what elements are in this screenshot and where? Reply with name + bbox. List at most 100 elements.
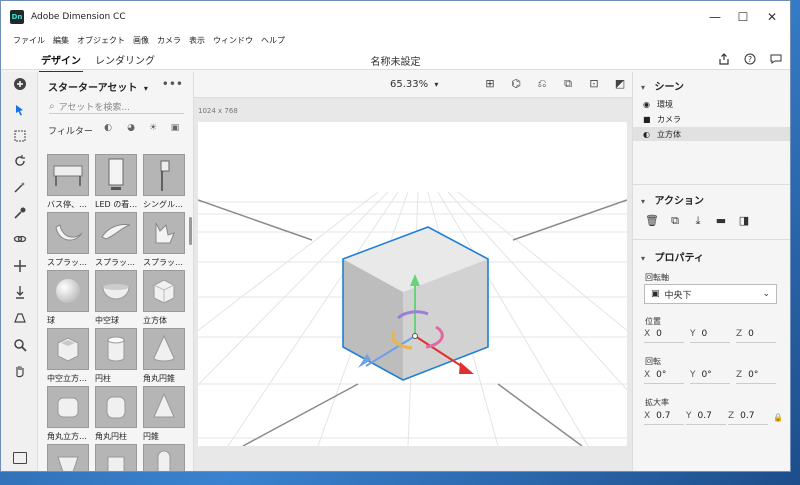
position-x-field[interactable]: X0 <box>644 329 684 343</box>
duplicate-icon[interactable]: ⧉ <box>668 214 682 228</box>
rotation-x-field[interactable]: X 0° <box>644 370 684 384</box>
asset-tile[interactable]: 球 <box>47 270 91 326</box>
actions-header[interactable]: ▾ アクション <box>641 192 704 207</box>
canvas-3d[interactable] <box>198 122 627 446</box>
asset-label: 立方体 <box>143 316 167 325</box>
viewport-toolbar: 65.33% ▾ ⊞ ⌬ ⎌ ⧉ ⊡ ◩ <box>194 72 632 98</box>
filter-material-icon[interactable]: ◕ <box>125 123 137 135</box>
hand-tool-icon[interactable] <box>10 361 30 381</box>
minimize-button[interactable]: — <box>700 1 730 32</box>
camera-undo-icon[interactable]: ⎌ <box>534 77 550 93</box>
rounded-cone-icon <box>143 328 185 370</box>
scale-y-field[interactable]: Y 0.7 <box>686 411 726 425</box>
scene-item-label: カメラ <box>657 114 681 124</box>
maximize-button[interactable]: ☐ <box>728 1 758 32</box>
magic-wand-icon[interactable] <box>10 177 30 197</box>
menu-image[interactable]: 画像 <box>133 35 149 46</box>
asset-tile[interactable]: シングル… <box>143 154 187 210</box>
render-preview-icon[interactable]: ◩ <box>612 77 628 93</box>
marquee-tool-icon[interactable] <box>10 126 30 146</box>
orbit-tool-icon[interactable] <box>10 151 30 171</box>
filter-light-icon[interactable]: ☀ <box>147 123 159 135</box>
bus-stop-icon <box>47 154 89 196</box>
menu-help[interactable]: ヘルプ <box>261 35 285 46</box>
scene-header[interactable]: ▾ シーン <box>641 78 684 93</box>
assets-scrollbar[interactable] <box>189 217 192 245</box>
splash-icon <box>47 212 89 254</box>
scale-y-value: 0.7 <box>697 411 712 421</box>
menu-edit[interactable]: 編集 <box>53 35 69 46</box>
asset-tile[interactable] <box>143 444 187 471</box>
help-icon[interactable]: ? <box>741 50 759 68</box>
more-options-icon[interactable]: ••• <box>162 77 183 91</box>
chevron-down-icon: ▾ <box>434 80 439 89</box>
asset-tile[interactable]: 角丸立方… <box>47 386 91 442</box>
asset-tile[interactable] <box>47 444 91 471</box>
asset-label: 角丸円柱 <box>95 432 127 441</box>
camera-view-icon[interactable]: ⧉ <box>560 77 576 93</box>
asset-tile[interactable]: スプラッ… <box>95 212 139 268</box>
asset-tile[interactable]: 円柱 <box>95 328 139 384</box>
camera-bookmark-icon[interactable]: ⌬ <box>508 77 524 93</box>
pivot-select[interactable]: ▣ 中央下 ⌄ <box>644 284 777 304</box>
menu-file[interactable]: ファイル <box>13 35 45 46</box>
frame-icon[interactable]: ⊞ <box>482 77 498 93</box>
asset-tile[interactable]: 中空立方… <box>47 328 91 384</box>
rotation-z-field[interactable]: Z 0° <box>736 370 776 384</box>
scene-item-label: 立方体 <box>657 129 681 139</box>
rotation-y-field[interactable]: Y 0° <box>690 370 730 384</box>
move-tool-icon[interactable] <box>10 256 30 276</box>
feedback-icon[interactable] <box>767 50 785 68</box>
asset-tile[interactable]: 円錐 <box>143 386 187 442</box>
filter-model-icon[interactable]: ◐ <box>102 123 114 135</box>
asset-tile[interactable]: 中空球 <box>95 270 139 326</box>
asset-tile[interactable]: LED の看… <box>95 154 139 210</box>
lock-proportions-icon[interactable]: 🔒 <box>773 413 783 422</box>
scene-item-environment[interactable]: ◉ 環境 <box>633 97 790 111</box>
assets-header[interactable]: スターターアセット ▾ <box>48 79 148 94</box>
scale-x-field[interactable]: X 0.7 <box>644 411 684 425</box>
share-icon[interactable] <box>715 50 733 68</box>
asset-tile[interactable]: 角丸円柱 <box>95 386 139 442</box>
axis-label: Y <box>690 370 696 380</box>
divider <box>633 239 790 240</box>
menu-object[interactable]: オブジェクト <box>77 35 125 46</box>
asset-label: LED の看… <box>95 200 138 209</box>
zoom-level[interactable]: 65.33% ▾ <box>390 79 438 90</box>
menu-view[interactable]: 表示 <box>189 35 205 46</box>
position-z-field[interactable]: Z0 <box>736 329 776 343</box>
asset-tile[interactable]: 立方体 <box>143 270 187 326</box>
eyedropper-icon[interactable] <box>10 203 30 223</box>
export-selected-icon[interactable]: ◨ <box>737 214 751 228</box>
select-tool-icon[interactable] <box>10 100 30 120</box>
library-icon[interactable] <box>13 452 27 464</box>
add-icon[interactable] <box>10 74 30 94</box>
scale-z-field[interactable]: Z 0.7 <box>728 411 768 425</box>
asset-tile[interactable]: スプラッ… <box>143 212 187 268</box>
camera-tool-icon[interactable] <box>10 308 30 328</box>
menu-window[interactable]: ウィンドウ <box>213 35 253 46</box>
link-tool-icon[interactable] <box>10 229 30 249</box>
asset-search-input[interactable]: ⌕ アセットを検索... <box>49 99 184 114</box>
position-y-field[interactable]: Y0 <box>690 329 730 343</box>
properties-header[interactable]: ▾ プロパティ <box>641 249 704 264</box>
drop-tool-icon[interactable] <box>10 282 30 302</box>
splash-icon <box>95 212 137 254</box>
asset-tile[interactable]: スプラッ… <box>47 212 91 268</box>
place-on-ground-icon[interactable]: ⤓ <box>691 214 705 228</box>
viewport[interactable]: 1024 x 768 <box>194 98 632 471</box>
asset-tile[interactable]: バス停、… <box>47 154 91 210</box>
camera-add-icon[interactable]: ⊡ <box>586 77 602 93</box>
group-icon[interactable]: ▬ <box>714 214 728 228</box>
zoom-tool-icon[interactable] <box>10 335 30 355</box>
close-button[interactable]: ✕ <box>757 1 787 32</box>
delete-icon[interactable]: 🗑 <box>645 214 659 228</box>
canvas-size-label: 1024 x 768 <box>198 107 238 115</box>
right-panel: ▾ シーン ◉ 環境 ■ カメラ ◐ 立方体 ▾ アクション 🗑 ⧉ ⤓ ▬ ◨… <box>632 72 790 471</box>
scene-item-cube[interactable]: ◐ 立方体 <box>633 127 790 141</box>
menu-camera[interactable]: カメラ <box>157 35 181 46</box>
asset-tile[interactable] <box>95 444 139 471</box>
asset-tile[interactable]: 角丸円錐 <box>143 328 187 384</box>
filter-image-icon[interactable]: ▣ <box>169 123 181 135</box>
scene-item-camera[interactable]: ■ カメラ <box>633 112 790 126</box>
